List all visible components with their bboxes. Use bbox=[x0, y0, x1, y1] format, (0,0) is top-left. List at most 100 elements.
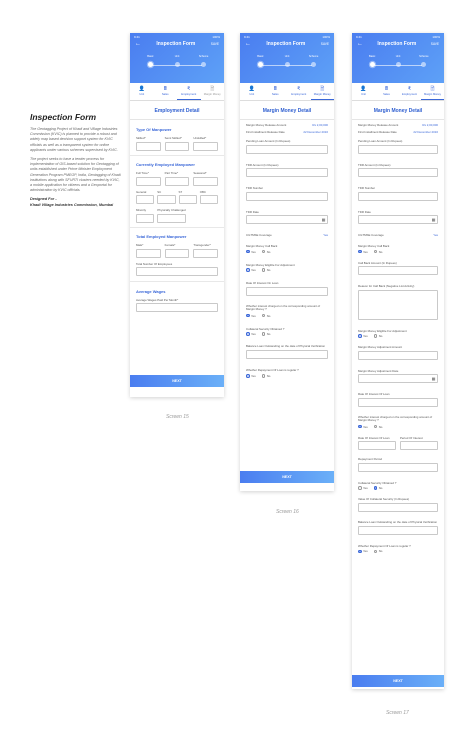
repayment-yes-radio[interactable]: Yes bbox=[246, 374, 256, 378]
seasonal-input[interactable] bbox=[193, 176, 219, 186]
total-employees-input[interactable] bbox=[136, 267, 218, 277]
interest-no-radio[interactable]: No bbox=[373, 425, 382, 429]
step-scheme[interactable]: Scheme bbox=[413, 54, 435, 67]
rate-of-interest-small-input[interactable] bbox=[358, 441, 396, 451]
part-time-input[interactable] bbox=[164, 176, 190, 186]
intro-paragraph: The project seeks to have a tender proce… bbox=[30, 157, 121, 193]
save-button[interactable]: SAVE bbox=[431, 42, 439, 46]
collateral-yes-radio[interactable]: Yes bbox=[358, 486, 368, 490]
collateral-value-input[interactable] bbox=[358, 502, 438, 512]
step-scheme[interactable]: Scheme bbox=[193, 54, 215, 67]
collateral-no-radio[interactable]: No bbox=[261, 332, 270, 336]
next-button[interactable]: NEXT bbox=[352, 675, 444, 687]
reason-call-back-textarea[interactable] bbox=[358, 289, 438, 320]
tdr-amount-input[interactable] bbox=[358, 168, 438, 177]
tab-employment[interactable]: ₹ Employment bbox=[287, 83, 311, 100]
app-header: 9:41 100% ← Inspection Form SAVE Basic Un… bbox=[352, 33, 444, 83]
tab-unit[interactable]: 👤 Unit bbox=[130, 83, 154, 100]
unskilled-input[interactable] bbox=[193, 141, 219, 151]
tab-employment[interactable]: ₹ Employment bbox=[398, 83, 421, 100]
tdr-date-picker[interactable] bbox=[358, 215, 438, 224]
tab-sales[interactable]: 🖩 Sales bbox=[375, 83, 398, 100]
back-arrow-icon[interactable]: ← bbox=[357, 41, 363, 47]
tdr-number-input[interactable] bbox=[358, 191, 438, 201]
back-arrow-icon[interactable]: ← bbox=[135, 41, 141, 47]
status-time: 9:41 bbox=[134, 35, 140, 39]
step-basic[interactable]: Basic bbox=[139, 54, 161, 67]
skilled-input[interactable] bbox=[136, 141, 161, 151]
eligible-yes-radio[interactable]: Yes bbox=[358, 334, 368, 338]
step-scheme[interactable]: Scheme bbox=[303, 54, 325, 67]
first-installment-row: First Installment Release Date 22 Decembe… bbox=[246, 130, 328, 134]
sc-input[interactable] bbox=[157, 195, 176, 205]
tab-margin-money[interactable]: 🗎 Margin Money bbox=[421, 83, 444, 100]
repayment-no-radio[interactable]: No bbox=[261, 374, 270, 378]
app-title: Inspection Form bbox=[156, 41, 196, 47]
app-title: Inspection Form bbox=[377, 41, 417, 47]
tab-margin-money[interactable]: 🗎 Margin Money bbox=[310, 83, 334, 100]
tab-sales[interactable]: 🖩 Sales bbox=[264, 83, 288, 100]
next-button[interactable]: NEXT bbox=[130, 375, 224, 387]
pending-loan-input[interactable] bbox=[246, 144, 328, 154]
st-input[interactable] bbox=[178, 195, 197, 205]
average-wages-input[interactable] bbox=[136, 303, 218, 313]
tdr-amount-input[interactable] bbox=[246, 168, 328, 177]
step-basic[interactable]: Basic bbox=[249, 54, 271, 67]
interest-yes-radio[interactable]: Yes bbox=[358, 425, 368, 429]
calculator-icon: 🖩 bbox=[273, 86, 277, 92]
step-basic[interactable]: Basic bbox=[361, 54, 383, 67]
save-button[interactable]: SAVE bbox=[211, 42, 219, 46]
tab-unit[interactable]: 👤 Unit bbox=[352, 83, 375, 100]
eligible-yes-radio[interactable]: Yes bbox=[246, 268, 256, 272]
repayment-no-radio[interactable]: No bbox=[373, 549, 382, 553]
tab-unit[interactable]: 👤 Unit bbox=[240, 83, 264, 100]
minority-input[interactable] bbox=[136, 213, 155, 223]
pending-loan-input[interactable] bbox=[358, 144, 438, 154]
tdr-number-input[interactable] bbox=[246, 191, 328, 201]
semi-skilled-input[interactable] bbox=[164, 141, 190, 151]
back-arrow-icon[interactable]: ← bbox=[245, 41, 251, 47]
general-input[interactable] bbox=[136, 195, 155, 205]
calculator-icon: 🖩 bbox=[384, 86, 388, 92]
step-unit[interactable]: Unit bbox=[166, 54, 188, 67]
call-back-yes-radio[interactable]: Yes bbox=[358, 250, 368, 254]
repayment-period-input[interactable] bbox=[358, 462, 438, 472]
calculator-icon: 🖩 bbox=[163, 86, 167, 92]
collateral-no-radio[interactable]: No bbox=[373, 486, 382, 490]
male-input[interactable] bbox=[136, 248, 161, 258]
collateral-yes-radio[interactable]: Yes bbox=[246, 332, 256, 336]
call-back-no-radio[interactable]: No bbox=[373, 250, 382, 254]
tab-sales[interactable]: 🖩 Sales bbox=[154, 83, 178, 100]
interest-yes-radio[interactable]: Yes bbox=[246, 314, 256, 318]
rate-of-interest-input[interactable] bbox=[358, 397, 438, 407]
save-button[interactable]: SAVE bbox=[321, 42, 329, 46]
step-unit[interactable]: Unit bbox=[276, 54, 298, 67]
tab-employment[interactable]: ₹ Employment bbox=[177, 83, 201, 100]
obc-input[interactable] bbox=[199, 195, 218, 205]
eligible-no-radio[interactable]: No bbox=[261, 268, 270, 272]
adjustment-date-picker[interactable] bbox=[358, 374, 438, 383]
transgender-input[interactable] bbox=[193, 248, 219, 258]
rate-of-interest-input[interactable] bbox=[246, 286, 328, 296]
physically-challenged-input[interactable] bbox=[157, 213, 186, 223]
next-button[interactable]: NEXT bbox=[240, 471, 334, 483]
subsection-title: Average Wages bbox=[136, 288, 166, 294]
step-unit[interactable]: Unit bbox=[387, 54, 409, 67]
call-back-yes-radio[interactable]: Yes bbox=[246, 250, 256, 254]
tab-margin-money[interactable]: 🗎 Margin Money bbox=[201, 83, 225, 100]
call-back-amount-input[interactable] bbox=[358, 266, 438, 275]
balance-loan-input[interactable] bbox=[246, 350, 328, 360]
full-time-input[interactable] bbox=[136, 176, 161, 186]
adjustment-amount-input[interactable] bbox=[358, 350, 438, 360]
interest-no-radio[interactable]: No bbox=[261, 314, 270, 318]
period-of-interest-input[interactable] bbox=[400, 441, 438, 451]
balance-loan-input[interactable] bbox=[358, 525, 438, 535]
subsection-title: Type Of Manpower bbox=[136, 127, 172, 132]
female-input[interactable] bbox=[164, 248, 190, 258]
rupee-icon: ₹ bbox=[407, 86, 412, 92]
eligible-no-radio[interactable]: No bbox=[373, 334, 382, 338]
repayment-yes-radio[interactable]: Yes bbox=[358, 549, 368, 553]
call-back-no-radio[interactable]: No bbox=[261, 250, 270, 254]
tdr-date-picker[interactable] bbox=[246, 215, 328, 224]
rupee-icon: ₹ bbox=[297, 86, 301, 92]
